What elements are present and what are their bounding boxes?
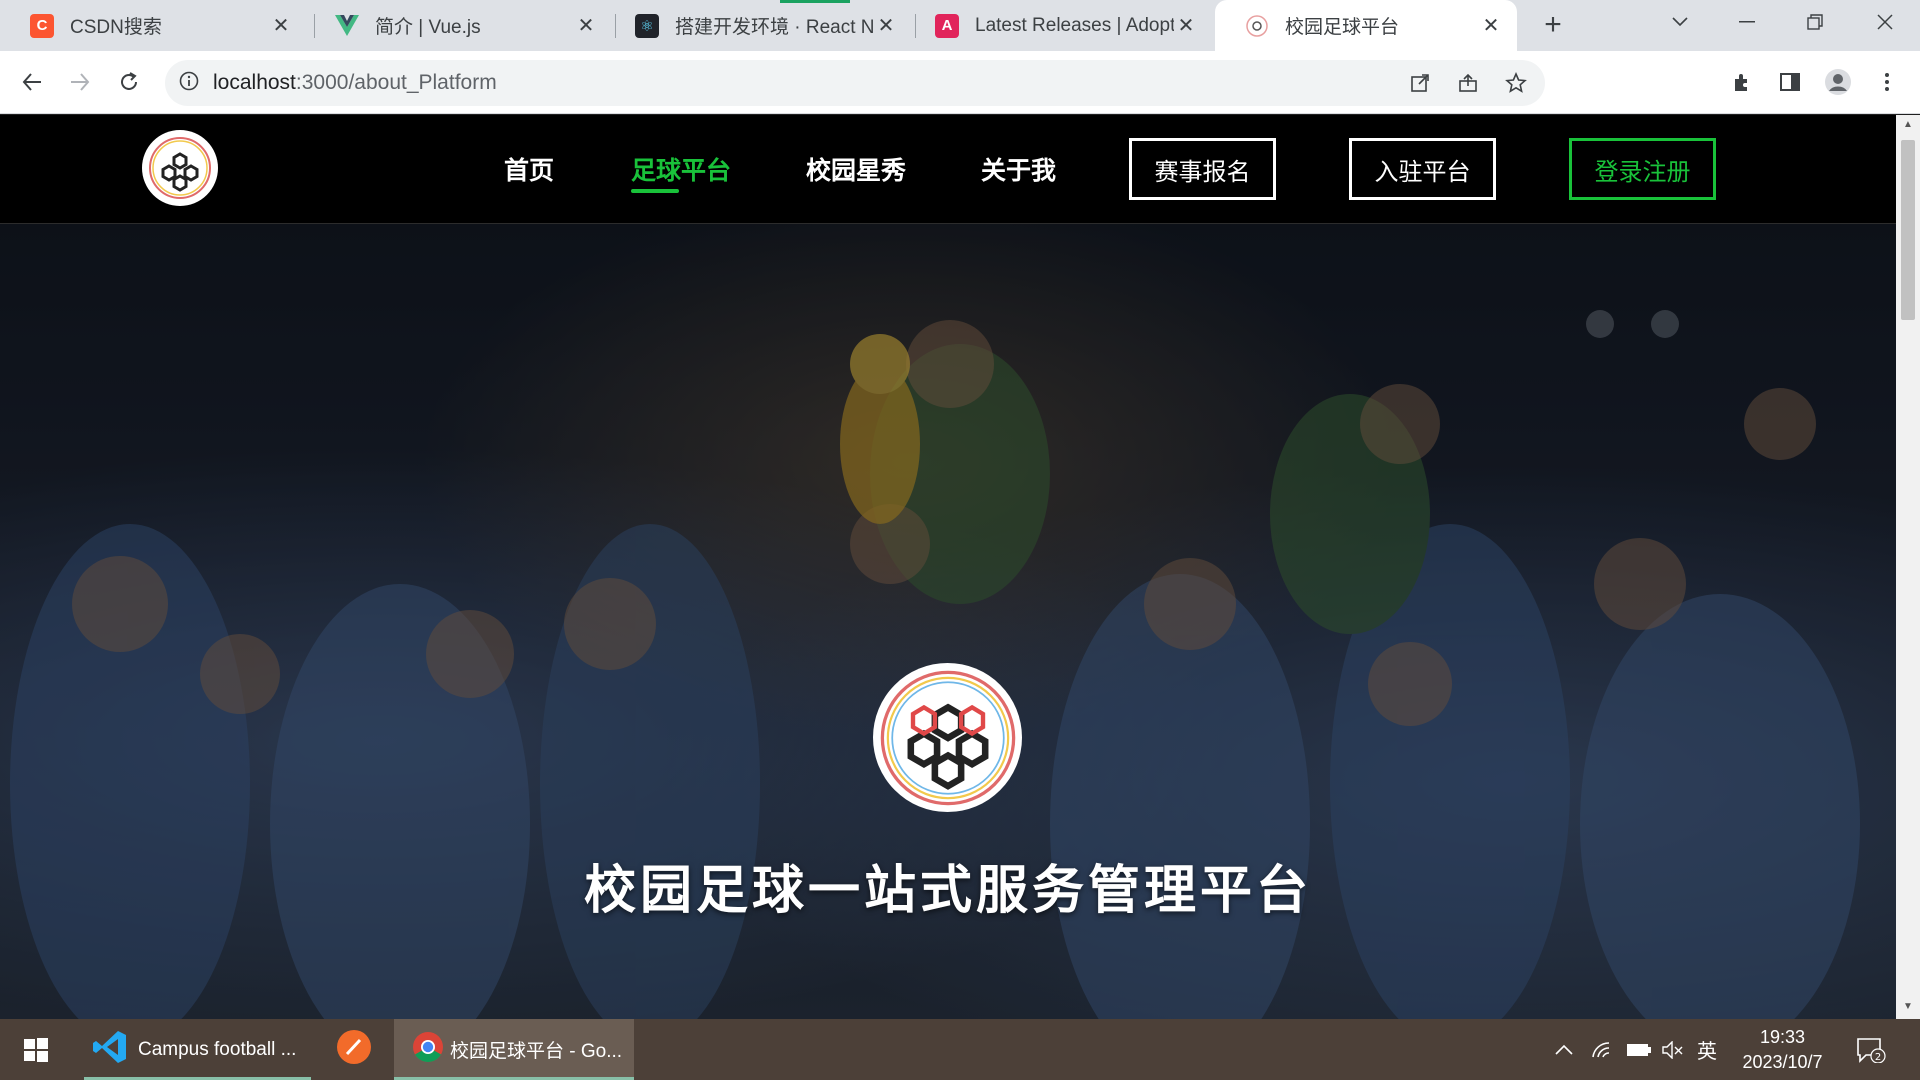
tab-vue[interactable]: 简介 | Vue.js ✕ xyxy=(305,0,612,51)
share-icon[interactable] xyxy=(1451,66,1485,100)
hero-logo xyxy=(873,663,1022,812)
vue-icon xyxy=(335,14,359,38)
tab-campus-football[interactable]: 校园足球平台 ✕ xyxy=(1215,0,1517,51)
chrome-icon xyxy=(412,1031,444,1069)
back-icon[interactable] xyxy=(15,65,49,99)
close-icon[interactable]: ✕ xyxy=(269,13,293,38)
nav-active-underline xyxy=(631,189,679,193)
football-icon xyxy=(1245,14,1269,38)
input-method-indicator[interactable]: 英 xyxy=(1697,1019,1717,1080)
vscode-icon xyxy=(92,1029,128,1071)
battery-icon[interactable] xyxy=(1626,1019,1652,1080)
tab-adoptium[interactable]: A Latest Releases | Adopt ✕ xyxy=(905,0,1212,51)
address-bar[interactable]: localhost:3000/about_Platform xyxy=(165,60,1545,106)
open-in-app-icon[interactable] xyxy=(1403,66,1437,100)
browser-toolbar: localhost:3000/about_Platform xyxy=(0,51,1920,114)
scroll-down-arrow-icon[interactable]: ▼ xyxy=(1902,1001,1914,1012)
new-tab-button[interactable]: + xyxy=(1536,9,1570,43)
taskbar-vscode-label: Campus football ... xyxy=(138,1038,297,1060)
restore-button[interactable] xyxy=(1782,0,1848,44)
profile-avatar-icon[interactable] xyxy=(1821,65,1855,99)
adoptium-icon: A xyxy=(935,13,959,38)
reload-icon[interactable] xyxy=(112,65,146,99)
scroll-thumb[interactable] xyxy=(1901,140,1915,320)
windows-start-icon[interactable] xyxy=(14,1019,58,1080)
site-info-icon[interactable] xyxy=(179,71,199,96)
taskbar-vscode[interactable]: Campus football ... xyxy=(84,1019,311,1080)
nav-home[interactable]: 首页 xyxy=(504,151,554,187)
browser-tabstrip: C CSDN搜索 ✕ 简介 | Vue.js ✕ ⚛ 搭建开发环境 · Reac… xyxy=(0,0,1920,51)
close-icon[interactable]: ✕ xyxy=(874,13,898,38)
browser-menu-icon[interactable] xyxy=(1870,65,1904,99)
volume-muted-icon[interactable] xyxy=(1662,1019,1684,1080)
tab-csdn[interactable]: C CSDN搜索 ✕ xyxy=(0,0,307,51)
taskbar-chrome-label: 校园足球平台 - Go... xyxy=(450,1041,623,1062)
tab-loading-indicator xyxy=(780,0,850,3)
clock-date: 2023/10/7 xyxy=(1742,1052,1823,1072)
football-logo-icon xyxy=(149,137,211,199)
match-signup-button[interactable]: 赛事报名 xyxy=(1129,138,1276,200)
url-path: :3000/about_Platform xyxy=(295,71,497,94)
nav-about-me[interactable]: 关于我 xyxy=(981,151,1056,187)
taskbar-chrome[interactable]: 校园足球平台 - Go... xyxy=(394,1019,634,1080)
extensions-icon[interactable] xyxy=(1725,65,1759,99)
hero-banner: 校园足球一站式服务管理平台 xyxy=(0,224,1896,1019)
pen-app-icon xyxy=(336,1029,372,1071)
bookmark-star-icon[interactable] xyxy=(1499,66,1533,100)
minimize-button[interactable] xyxy=(1714,0,1780,44)
close-window-button[interactable] xyxy=(1852,0,1918,44)
url-text: localhost:3000/about_Platform xyxy=(213,71,497,95)
site-navbar: 首页 足球平台 校园星秀 关于我 赛事报名 入驻平台 登录注册 xyxy=(0,115,1896,224)
clock-time: 19:33 xyxy=(1759,1027,1806,1047)
tab-title: CSDN搜索 xyxy=(70,17,162,38)
wifi-icon[interactable] xyxy=(1591,1019,1613,1080)
close-icon[interactable]: ✕ xyxy=(1174,13,1198,38)
scroll-up-arrow-icon[interactable]: ▲ xyxy=(1902,119,1914,130)
notification-count: 2 xyxy=(1875,1052,1881,1063)
close-icon[interactable]: ✕ xyxy=(574,13,598,38)
tab-title: 搭建开发环境 · React Na xyxy=(675,17,874,38)
tab-title: 校园足球平台 xyxy=(1285,17,1400,38)
tab-title: Latest Releases | Adopt xyxy=(975,14,1174,36)
csdn-icon: C xyxy=(30,13,54,38)
page-scrollbar[interactable]: ▲ ▼ xyxy=(1896,115,1920,1019)
join-platform-button[interactable]: 入驻平台 xyxy=(1349,138,1496,200)
taskbar-app-pen[interactable] xyxy=(334,1019,374,1080)
taskbar-clock[interactable]: 19:33 2023/10/7 xyxy=(1730,1025,1835,1075)
react-icon: ⚛ xyxy=(635,13,659,38)
forward-icon[interactable] xyxy=(63,65,97,99)
login-register-button[interactable]: 登录注册 xyxy=(1569,138,1716,200)
tray-show-hidden-icon[interactable] xyxy=(1554,1019,1574,1080)
url-host: localhost xyxy=(213,71,296,94)
nav-football-platform[interactable]: 足球平台 xyxy=(631,151,731,187)
site-logo[interactable] xyxy=(142,130,218,206)
football-logo-icon xyxy=(880,670,1015,805)
address-bar-actions xyxy=(1403,66,1533,100)
page-viewport: 首页 足球平台 校园星秀 关于我 赛事报名 入驻平台 登录注册 校园足球一站式服… xyxy=(0,115,1896,1019)
tab-title: 简介 | Vue.js xyxy=(375,17,481,38)
hero-title: 校园足球一站式服务管理平台 xyxy=(583,862,1312,920)
close-icon[interactable]: ✕ xyxy=(1479,13,1503,38)
nav-campus-stars[interactable]: 校园星秀 xyxy=(806,151,906,187)
tab-react-native[interactable]: ⚛ 搭建开发环境 · React Na ✕ xyxy=(605,0,912,51)
notification-center-icon[interactable]: 2 xyxy=(1856,1019,1886,1080)
side-panel-icon[interactable] xyxy=(1773,65,1807,99)
windows-taskbar: Campus football ... 校园足球平台 - Go... 英 19:… xyxy=(0,1019,1920,1080)
tab-search-icon[interactable] xyxy=(1647,0,1713,44)
